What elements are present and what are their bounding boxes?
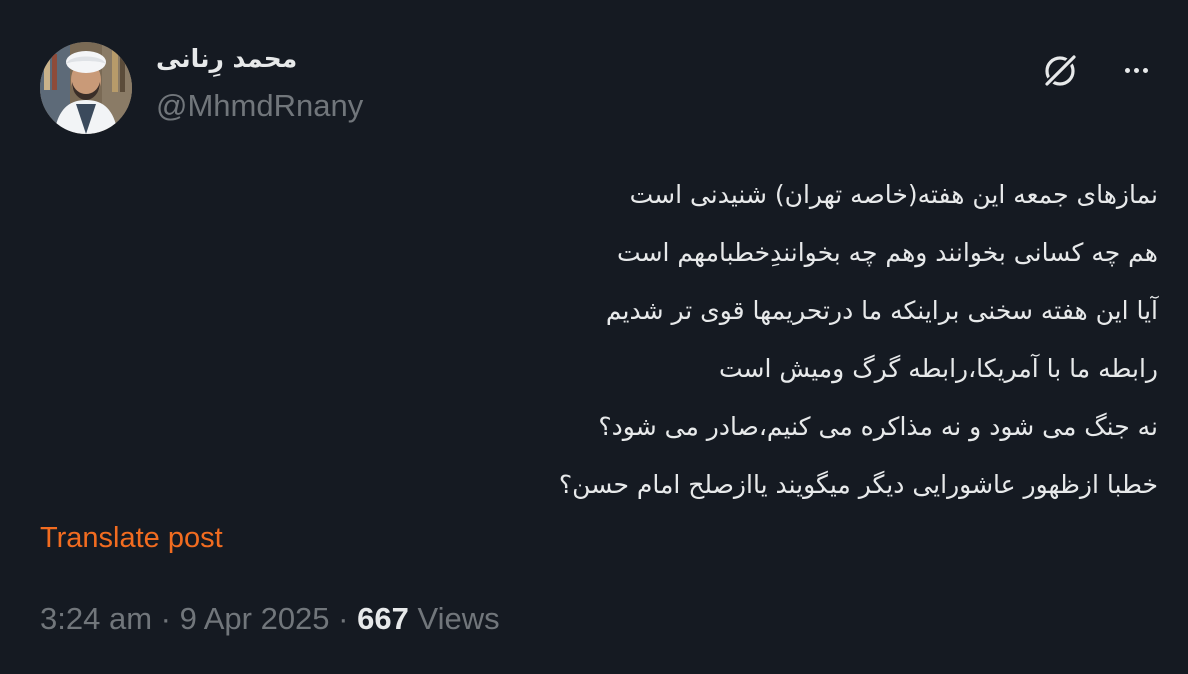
display-name[interactable]: محمد رِنانی [156,44,297,73]
post-date[interactable]: 9 Apr 2025 [180,601,330,636]
avatar[interactable] [40,42,132,134]
post-line: نه جنگ می شود و نه مذاکره می کنیم،صادر م… [598,412,1158,441]
more-dots-icon[interactable] [1116,54,1156,86]
post-line: نمازهای جمعه این هفته(خاصه تهران) شنیدنی… [629,180,1158,209]
post-line: هم چه کسانی بخوانند وهم چه بخوانندِخطبام… [617,238,1158,267]
post-line: خطبا ازظهور عاشورایی دیگر میگویند یاازصل… [558,470,1158,499]
separator: · [329,601,358,636]
dot [1133,67,1139,73]
views-label: Views [408,601,500,636]
tweet: محمد رِنانی @MhmdRnany نمازهای جمعه این … [0,0,1188,674]
post-meta: 3:24 am · 9 Apr 2025 · 667 Views [40,601,500,637]
post-text: نمازهای جمعه این هفته(خاصه تهران) شنیدنی… [38,166,1158,514]
separator: · [152,601,180,636]
post-line: رابطه ما با آمریکا،رابطه گرگ ومیش است [718,354,1158,383]
views-count: 667 [357,601,409,636]
dot [1142,67,1148,73]
post-line: آیا این هفته سخنی براینکه ما درتحریمها ق… [605,296,1158,325]
user-handle[interactable]: @MhmdRnany [156,88,363,124]
grok-slash-icon[interactable] [1040,50,1080,90]
post-time[interactable]: 3:24 am [40,601,152,636]
dot [1124,67,1130,73]
translate-post-link[interactable]: Translate post [40,522,223,555]
